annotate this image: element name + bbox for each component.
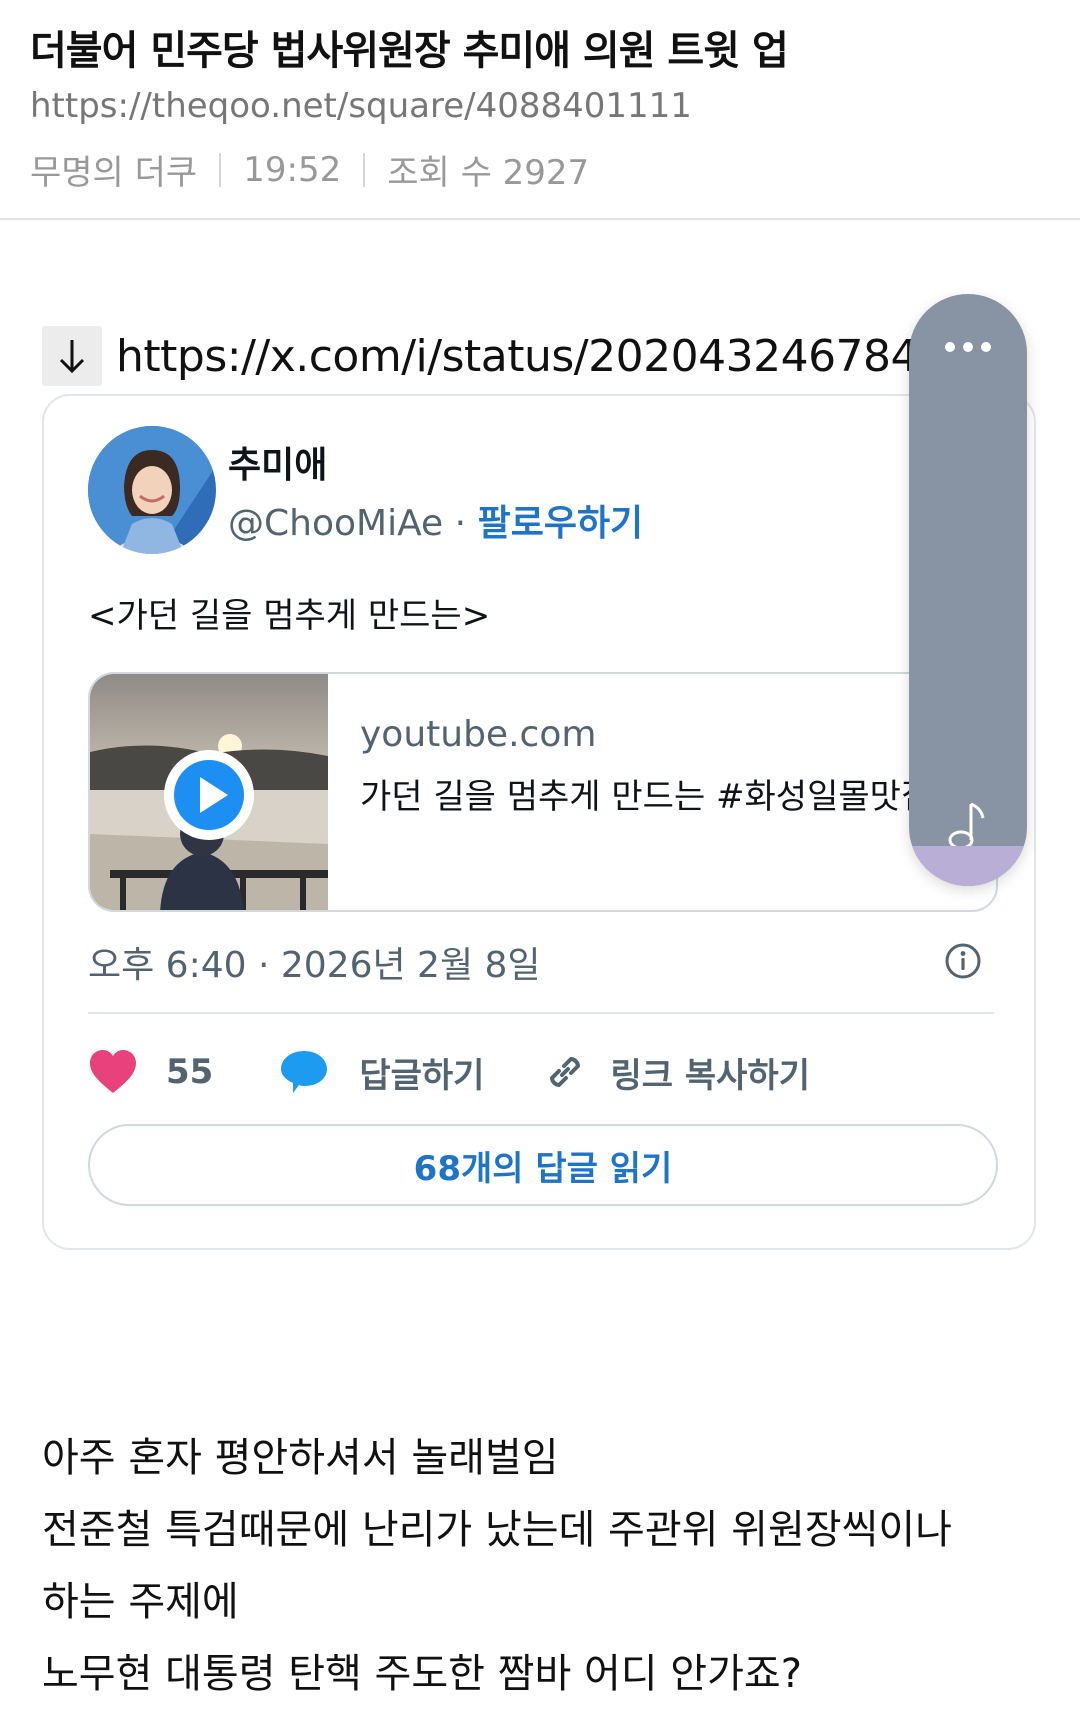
meta-divider	[363, 152, 366, 187]
body-line: 노무현 대통령 탄핵 주도한 짬바 어디 안가죠?	[42, 1651, 802, 1697]
like-count: 55	[166, 1052, 214, 1092]
video-thumbnail[interactable]	[90, 674, 328, 910]
tweet-text: <가던 길을 멈추게 만드는>	[88, 596, 491, 636]
chat-bubble-icon	[281, 1051, 328, 1093]
card-divider	[88, 1012, 994, 1014]
reply-button[interactable]: 답글하기	[279, 1048, 484, 1097]
preview-domain: youtube.com	[360, 714, 597, 755]
meta-divider	[219, 152, 222, 187]
play-icon[interactable]	[160, 746, 258, 844]
heart-icon	[90, 1050, 136, 1093]
embed-link-row[interactable]: https://x.com/i/status/202043246784981	[42, 326, 1001, 386]
floating-side-panel[interactable]	[909, 294, 1027, 886]
post-meta: 무명의 더쿠 19:52 조회 수 2927	[30, 145, 589, 194]
avatar[interactable]	[88, 426, 216, 554]
info-icon[interactable]	[944, 942, 982, 980]
post-title: 더불어 민주당 법사위원장 추미애 의원 트윗 업	[30, 28, 789, 74]
post-body: 아주 혼자 평안하셔서 놀래벌임 전준철 특검때문에 난리가 났는데 주관위 위…	[42, 1422, 952, 1710]
post-url[interactable]: https://theqoo.net/square/4088401111	[30, 86, 692, 126]
tweet-card: 추미애 @ChooMiAe · 팔로우하기 <가던 길을 멈추게 만드는> yo…	[42, 394, 1036, 1250]
author-handle[interactable]: @ChooMiAe	[228, 503, 443, 544]
copy-link-button[interactable]: 링크 복사하기	[542, 1048, 810, 1097]
link-preview-card[interactable]: youtube.com 가던 길을 멈추게 만드는 #화성일몰맛집	[88, 672, 998, 912]
body-line: 아주 혼자 평안하셔서 놀래벌임	[42, 1435, 559, 1481]
more-horizontal-icon[interactable]	[943, 340, 993, 354]
body-line: 전준철 특검때문에 난리가 났는데 주관위 위원장씩이나	[42, 1507, 952, 1553]
panel-bottom-strip	[909, 846, 1027, 886]
post-author: 무명의 더쿠	[30, 153, 198, 193]
post-views: 조회 수 2927	[387, 153, 590, 193]
body-line: 하는 주제에	[42, 1579, 239, 1625]
read-replies-button[interactable]: 68개의 답글 읽기	[88, 1124, 998, 1206]
arrow-down-icon	[42, 326, 102, 386]
tweet-status-link[interactable]: https://x.com/i/status/202043246784981	[116, 331, 1001, 382]
tweet-timestamp[interactable]: 오후 6:40 · 2026년 2월 8일	[88, 936, 541, 988]
reply-label: 답글하기	[359, 1055, 485, 1096]
music-note-icon[interactable]	[947, 800, 991, 850]
follow-button[interactable]: 팔로우하기	[478, 503, 644, 544]
author-handle-row: @ChooMiAe · 팔로우하기	[228, 494, 643, 546]
tweet-actions: 55 답글하기 링크 복사하기	[88, 1036, 810, 1108]
post-time: 19:52	[243, 149, 342, 190]
author-name[interactable]: 추미애	[228, 436, 327, 488]
link-icon	[550, 1056, 581, 1088]
like-button[interactable]: 55	[88, 1049, 213, 1095]
preview-title: 가던 길을 멈추게 만드는 #화성일몰맛집	[360, 777, 933, 817]
copy-link-label: 링크 복사하기	[610, 1055, 810, 1096]
handle-separator: ·	[454, 503, 467, 544]
post-header: 더불어 민주당 법사위원장 추미애 의원 트윗 업 https://theqoo…	[0, 0, 1080, 220]
